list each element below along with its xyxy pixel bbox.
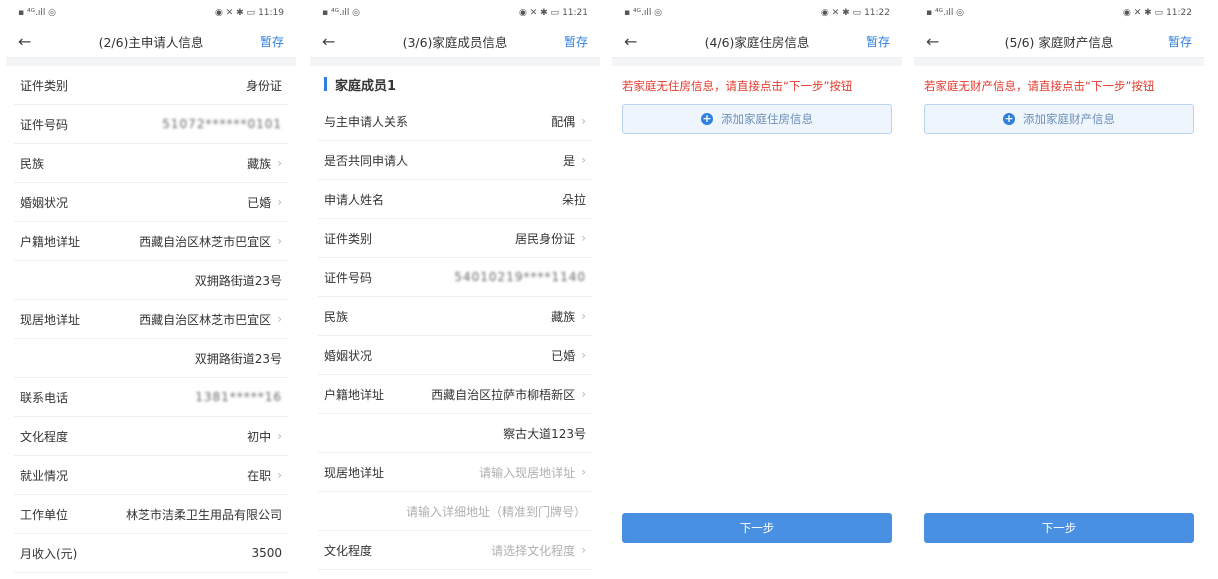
status-icons: ◉ ✕ ✱ ▭ [519,8,560,18]
section-header: 家庭成员1 [318,66,592,102]
signal-icon: ▪ ⁴ᴳ.ıll ◎ [926,8,965,18]
plus-circle-icon: + [1003,112,1015,125]
plus-circle-icon: + [701,112,713,125]
form-row-employment[interactable]: 就业情况 在职 › [14,456,288,495]
applicant-form: 证件类别 身份证 证件号码 51072******0101 民族 藏族 › 婚姻状况 已婚… [6,66,296,579]
status-icons: ◉ ✕ ✱ ▭ [215,8,256,18]
next-step-button[interactable]: 下一步 [622,513,892,543]
status-icons: ◉ ✕ ✱ ▭ [1123,8,1164,18]
signal-icon: ▪ ⁴ᴳ.ıll ◎ [18,8,57,18]
form-row-household-address[interactable]: 户籍地详址 西藏自治区林芝市巴宜区 › [14,222,288,261]
status-bar: ▪ ⁴ᴳ.ıll ◎ ◉ ✕ ✱ ▭ 11:22 [914,0,1204,26]
form-row-current-address[interactable]: 现居地详址 西藏自治区林芝市巴宜区 › [14,300,288,339]
form-row-name[interactable]: 申请人姓名 朵拉 [318,180,592,219]
form-row-detail-address-input[interactable]: 请输入详细地址（精准到门牌号） [318,492,592,531]
chevron-right-icon: › [581,153,586,167]
chevron-right-icon: › [277,312,282,326]
status-bar: ▪ ⁴ᴳ.ıll ◎ ◉ ✕ ✱ ▭ 11:21 [310,0,600,26]
phone-blurred: 1381*****16 [195,390,282,404]
chevron-right-icon: › [277,156,282,170]
form-row-household-address[interactable]: 户籍地详址 西藏自治区拉萨市柳梧新区 › [318,375,592,414]
back-arrow-icon[interactable]: ← [624,32,654,51]
back-arrow-icon[interactable]: ← [926,32,956,51]
page-title: (3/6)家庭成员信息 [402,35,508,50]
chevron-right-icon: › [277,195,282,209]
housing-page: 若家庭无住房信息，请直接点击“下一步”按钮 + 添加家庭住房信息 下一步 [612,66,902,579]
save-draft-button[interactable]: 暂存 [254,33,284,50]
status-icons: ◉ ✕ ✱ ▭ [821,8,862,18]
chevron-right-icon: › [277,468,282,482]
form-row-co-applicant[interactable]: 是否共同申请人是 › [318,141,592,180]
form-row-income[interactable]: 月收入(元) 3500 [14,534,288,573]
signal-icon: ▪ ⁴ᴳ.ıll ◎ [624,8,663,18]
screen-family-members: ▪ ⁴ᴳ.ıll ◎ ◉ ✕ ✱ ▭ 11:21 ← (3/6)家庭成员信息 暂存… [310,0,600,579]
form-row-education[interactable]: 文化程度 请选择文化程度 › [318,531,592,570]
chevron-right-icon: › [277,429,282,443]
form-row-current-street[interactable]: 双拥路街道23号 [14,339,288,378]
form-row-employer[interactable]: 工作单位 林芝市洁柔卫生用品有限公司 [14,495,288,534]
chevron-right-icon: › [581,543,586,557]
warning-text: 若家庭无住房信息，请直接点击“下一步”按钮 [622,79,853,93]
save-draft-button[interactable]: 暂存 [558,33,588,50]
warning-text: 若家庭无财产信息，请直接点击“下一步”按钮 [924,79,1155,93]
status-time: 11:22 [1166,8,1192,18]
form-row-id-type[interactable]: 证件类别 居民身份证 › [318,219,592,258]
form-row-relation[interactable]: 与主申请人关系 配偶 › [318,102,592,141]
status-time: 11:21 [562,8,588,18]
chevron-right-icon: › [581,465,586,479]
screen-assets: ▪ ⁴ᴳ.ıll ◎ ◉ ✕ ✱ ▭ 11:22 ← (5/6) 家庭财产信息 暂… [914,0,1204,579]
chevron-right-icon: › [581,387,586,401]
back-arrow-icon[interactable]: ← [322,32,352,51]
chevron-right-icon: › [581,309,586,323]
id-number-blurred: 54010219****1140 [454,270,586,284]
chevron-right-icon: › [581,231,586,245]
form-row-ethnicity[interactable]: 民族 藏族 › [318,297,592,336]
form-row-marital[interactable]: 婚姻状况 已婚 › [14,183,288,222]
form-row-household-street[interactable]: 察古大道123号 [318,414,592,453]
form-row-phone[interactable]: 联系电话 1381*****16 [14,378,288,417]
nav-bar: ← (4/6)家庭住房信息 暂存 [612,26,902,58]
next-step-button[interactable]: 下一步 [924,513,1194,543]
chevron-right-icon: › [581,348,586,362]
family-member-form: 家庭成员1 与主申请人关系 配偶 › 是否共同申请人是 › 申请人姓名 朵拉 证件类别居… [310,66,600,579]
save-draft-button[interactable]: 暂存 [1162,33,1192,50]
form-row-id-number: 证件号码 51072******0101 [14,105,288,144]
form-row-id-number[interactable]: 证件号码 54010219****1140 [318,258,592,297]
id-number-blurred: 51072******0101 [162,117,282,131]
screen-main-applicant: ▪ ⁴ᴳ.ıll ◎ ◉ ✕ ✱ ▭ 11:19 ← (2/6)主申请人信息 暂存… [6,0,296,579]
section-bar [324,77,327,91]
assets-page: 若家庭无财产信息，请直接点击“下一步”按钮 + 添加家庭财产信息 下一步 [914,66,1204,579]
status-bar: ▪ ⁴ᴳ.ıll ◎ ◉ ✕ ✱ ▭ 11:19 [6,0,296,26]
status-time: 11:19 [258,8,284,18]
page-title: (2/6)主申请人信息 [98,35,204,50]
form-row-household-street[interactable]: 双拥路街道23号 [14,261,288,300]
chevron-right-icon: › [277,234,282,248]
form-row-current-address[interactable]: 现居地详址 请输入现居地详址 › [318,453,592,492]
status-time: 11:22 [864,8,890,18]
status-bar: ▪ ⁴ᴳ.ıll ◎ ◉ ✕ ✱ ▭ 11:22 [612,0,902,26]
back-arrow-icon[interactable]: ← [18,32,48,51]
form-row-education[interactable]: 文化程度 初中 › [14,417,288,456]
screen-housing: ▪ ⁴ᴳ.ıll ◎ ◉ ✕ ✱ ▭ 11:22 ← (4/6)家庭住房信息 暂存… [612,0,902,579]
save-draft-button[interactable]: 暂存 [860,33,890,50]
nav-bar: ← (2/6)主申请人信息 暂存 [6,26,296,58]
add-assets-button[interactable]: + 添加家庭财产信息 [924,104,1194,134]
nav-bar: ← (5/6) 家庭财产信息 暂存 [914,26,1204,58]
form-row-id-type: 证件类别 身份证 [14,66,288,105]
add-housing-button[interactable]: + 添加家庭住房信息 [622,104,892,134]
page-title: (4/6)家庭住房信息 [704,35,810,50]
signal-icon: ▪ ⁴ᴳ.ıll ◎ [322,8,361,18]
form-row-ethnicity[interactable]: 民族 藏族 › [14,144,288,183]
nav-bar: ← (3/6)家庭成员信息 暂存 [310,26,600,58]
page-title: (5/6) 家庭财产信息 [1004,35,1114,50]
chevron-right-icon: › [581,114,586,128]
form-row-marital[interactable]: 婚姻状况 已婚 › [318,336,592,375]
